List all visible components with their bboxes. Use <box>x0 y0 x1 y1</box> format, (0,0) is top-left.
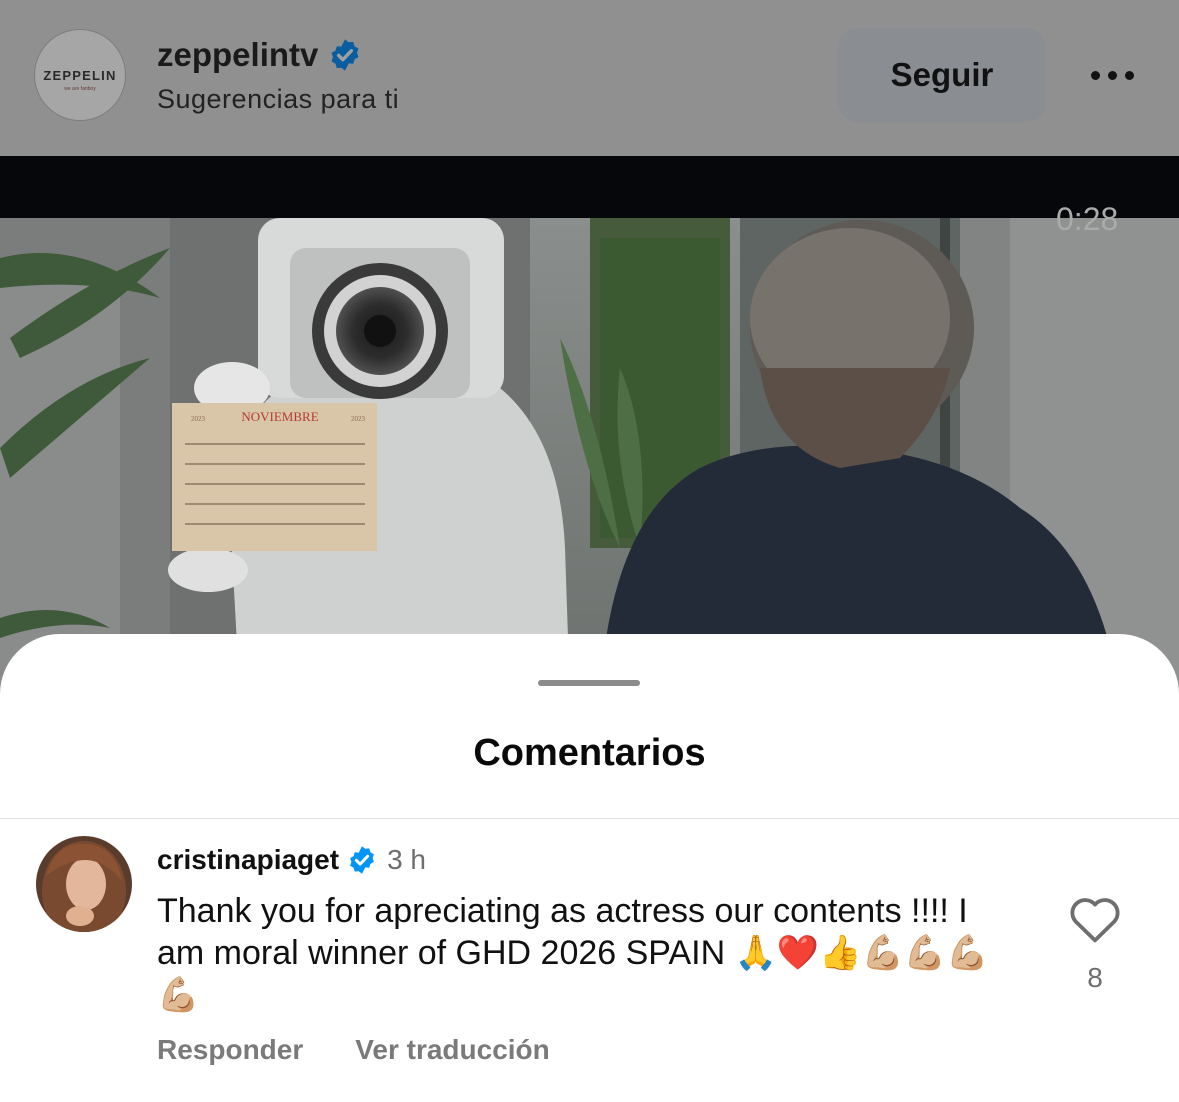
comment-timestamp: 3 h <box>387 844 426 875</box>
account-username-row[interactable]: zeppelintv <box>157 36 362 74</box>
more-options-icon[interactable] <box>1082 60 1142 90</box>
sheet-drag-handle[interactable] <box>538 680 640 686</box>
verified-badge-icon <box>328 38 362 72</box>
commenter-username[interactable]: cristinapiaget <box>157 844 339 876</box>
comment-actions: Responder Ver traducción <box>157 1034 550 1066</box>
translate-button[interactable]: Ver traducción <box>355 1034 550 1066</box>
verified-badge-icon <box>347 845 377 875</box>
avatar-logo-subtext: we are fanboy <box>64 86 96 92</box>
comment-meta: cristinapiaget 3 h <box>157 844 426 876</box>
calendar-month-text: NOVIEMBRE <box>241 409 318 424</box>
follow-button[interactable]: Seguir <box>838 28 1046 122</box>
commenter-avatar[interactable] <box>36 836 132 932</box>
video-duration: 0:28 <box>1056 201 1119 237</box>
post-header: ZEPPELIN we are fanboy zeppelintv Sugere… <box>0 0 1179 156</box>
reply-button[interactable]: Responder <box>157 1034 303 1066</box>
suggestion-label: Sugerencias para ti <box>157 84 400 114</box>
calendar-year-left: 2023 <box>191 415 206 423</box>
sheet-title: Comentarios <box>473 732 706 774</box>
account-username[interactable]: zeppelintv <box>157 36 318 74</box>
comments-sheet: Comentarios cristinapiaget 3 h Thank you… <box>0 634 1179 1102</box>
video-player[interactable]: NOVIEMBRE 2023 2023 <box>0 218 1179 698</box>
calendar-year-right: 2023 <box>351 415 366 423</box>
divider <box>0 818 1179 819</box>
video-frame-image: NOVIEMBRE 2023 2023 <box>0 218 1179 698</box>
comment-text: Thank you for apreciating as actress our… <box>157 892 989 1014</box>
account-avatar[interactable]: ZEPPELIN we are fanboy <box>34 29 126 121</box>
svg-text:NOVIEMBRE: NOVIEMBRE <box>241 409 318 424</box>
heart-icon[interactable] <box>1068 894 1122 944</box>
video-letterbox <box>0 156 1179 218</box>
avatar-logo-text: ZEPPELIN <box>43 68 117 83</box>
like-count: 8 <box>1087 962 1103 993</box>
